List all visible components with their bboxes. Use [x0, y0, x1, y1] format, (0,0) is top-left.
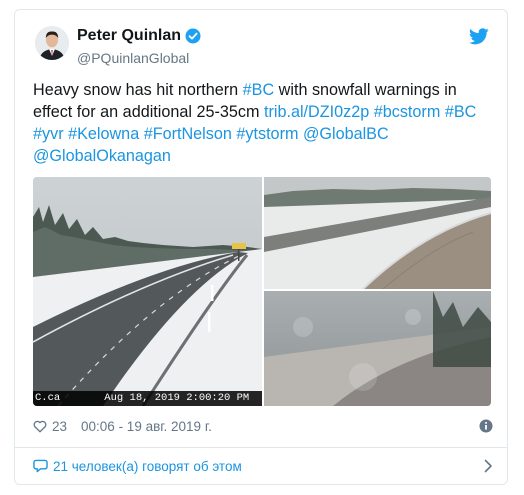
speech-bubble-icon	[33, 459, 48, 473]
verified-badge-icon	[185, 28, 201, 44]
tweet-link[interactable]: @GlobalOkanagan	[33, 147, 171, 165]
tweet-link[interactable]: #ytstorm	[236, 125, 298, 143]
tweet-link[interactable]: #yvr	[33, 125, 64, 143]
twitter-bird-icon[interactable]	[469, 28, 489, 45]
heart-icon[interactable]	[33, 420, 47, 433]
tweet-text-segment: Heavy snow has hit northern	[33, 81, 243, 99]
photo-bottom-right[interactable]	[264, 291, 491, 406]
tweet-media-grid[interactable]: C.ca Aug 18, 2019 2:00:20 PM	[33, 177, 491, 406]
tweet-link[interactable]: @GlobalBC	[303, 125, 389, 143]
author-name[interactable]: Peter Quinlan	[77, 27, 181, 45]
tweet-link[interactable]: trib.al/DZI0z2p	[264, 103, 369, 121]
tweet-timestamp[interactable]: 00:06 - 19 авг. 2019 г.	[81, 419, 212, 434]
tweet-link[interactable]: #Kelowna	[68, 125, 139, 143]
chevron-right-icon[interactable]	[483, 459, 493, 473]
tweet-link[interactable]: #bcstorm	[374, 103, 441, 121]
like-count[interactable]: 23	[52, 419, 67, 434]
photo-left[interactable]	[33, 177, 262, 406]
conversation-link[interactable]: 21 человек(а) говорят об этом	[33, 456, 493, 476]
tweet-meta: 23 00:06 - 19 авг. 2019 г.	[33, 416, 493, 436]
highway-snow-photos[interactable]	[33, 177, 491, 406]
avatar[interactable]	[35, 26, 69, 60]
camera-timestamp: C.ca Aug 18, 2019 2:00:20 PM	[33, 391, 262, 406]
tweet-link[interactable]: #BC	[243, 81, 275, 99]
info-icon[interactable]	[479, 419, 493, 433]
tweet-link[interactable]: #FortNelson	[144, 125, 232, 143]
author-name-row[interactable]: Peter Quinlan	[77, 27, 201, 45]
tweet-card: Peter Quinlan @PQuinlanGlobal Heavy snow…	[14, 9, 508, 485]
conversation-label[interactable]: 21 человек(а) говорят об этом	[53, 459, 242, 474]
tweet-text: Heavy snow has hit northern #BC with sno…	[33, 79, 493, 167]
tweet-link[interactable]: #BC	[445, 103, 477, 121]
author-handle[interactable]: @PQuinlanGlobal	[77, 50, 189, 66]
photo-top-right[interactable]	[264, 177, 491, 290]
divider	[15, 447, 507, 448]
